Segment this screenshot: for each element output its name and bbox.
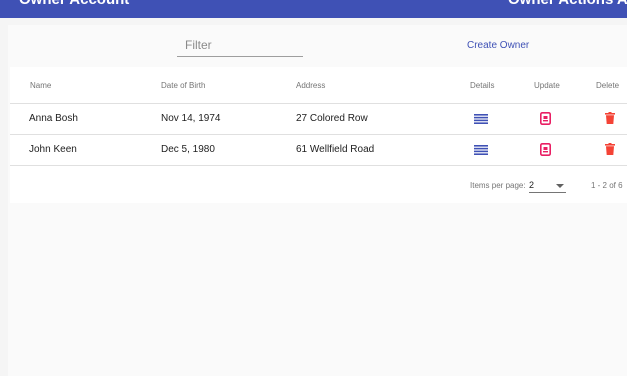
main-content: Create Owner Name Date of Birth Address … — [8, 25, 627, 376]
app-toolbar: Owner Account Owner Actions Acco — [0, 0, 627, 18]
create-owner-link[interactable]: Create Owner — [467, 40, 529, 51]
column-header-name: Name — [30, 81, 52, 90]
owner-actions-menu[interactable]: Owner Actions Acco — [508, 0, 627, 8]
details-list-icon[interactable] — [474, 145, 488, 155]
delete-icon[interactable] — [605, 112, 615, 124]
details-list-icon[interactable] — [474, 114, 488, 124]
row-divider — [10, 134, 627, 135]
delete-icon[interactable] — [605, 143, 615, 155]
items-per-page-label: Items per page: — [470, 181, 526, 190]
update-icon[interactable] — [540, 143, 551, 156]
column-header-update: Update — [534, 81, 560, 90]
owner-name-cell: John Keen — [29, 144, 77, 155]
owner-address-cell: 61 Wellfield Road — [296, 144, 375, 155]
app-title: Owner Account — [19, 0, 129, 8]
column-header-date-of-birth: Date of Birth — [161, 81, 206, 90]
caret-down-icon — [556, 184, 564, 188]
owner-dob-cell: Nov 14, 1974 — [161, 113, 221, 124]
update-icon[interactable] — [540, 112, 551, 125]
row-divider — [10, 165, 627, 166]
column-header-address: Address — [296, 81, 326, 90]
filter-input[interactable] — [177, 36, 303, 57]
owner-dob-cell: Dec 5, 1980 — [161, 144, 215, 155]
owner-name-cell: Anna Bosh — [29, 113, 78, 124]
page-size-select[interactable]: 2 — [529, 180, 566, 193]
owners-table: Name Date of Birth Address Details Updat… — [10, 67, 627, 203]
page-range-label: 1 - 2 of 6 — [591, 181, 623, 190]
page-size-value: 2 — [529, 180, 535, 190]
column-header-details: Details — [470, 81, 495, 90]
owner-address-cell: 27 Colored Row — [296, 113, 368, 124]
column-header-delete: Delete — [596, 81, 620, 90]
header-divider — [10, 103, 627, 104]
